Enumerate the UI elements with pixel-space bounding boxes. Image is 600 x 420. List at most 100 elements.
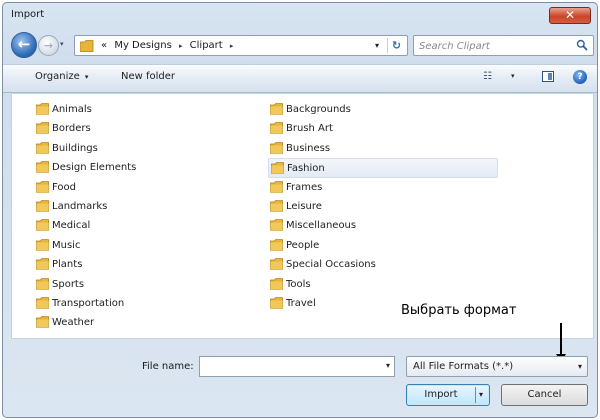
- folder-icon: [36, 200, 49, 212]
- breadcrumb-separator-icon[interactable]: ▸: [230, 42, 234, 50]
- breadcrumb-my-designs[interactable]: My Designs: [114, 40, 171, 51]
- folder-icon: [36, 141, 49, 154]
- folder-item[interactable]: Weather: [34, 313, 264, 332]
- annotation-label: Выбрать формат: [401, 303, 517, 318]
- folder-label: Landmarks: [52, 200, 108, 212]
- folder-icon: [36, 122, 49, 135]
- help-icon[interactable]: ?: [573, 70, 587, 84]
- folder-item[interactable]: Business: [268, 139, 498, 158]
- window-title: Import: [11, 9, 45, 20]
- folder-icon: [271, 162, 284, 174]
- folder-item[interactable]: People: [268, 236, 498, 255]
- recent-pages-button[interactable]: ▾: [60, 40, 64, 48]
- import-label: Import: [424, 389, 458, 400]
- import-options-icon[interactable]: ▾: [479, 390, 483, 399]
- folder-item[interactable]: Tools: [268, 275, 498, 294]
- folder-label: Tools: [286, 278, 311, 290]
- folder-label: Buildings: [52, 142, 98, 154]
- annotation-arrow-icon: [556, 323, 566, 362]
- address-bar[interactable]: « My Designs ▸ Clipart ▸ ▾ ↻: [74, 35, 408, 56]
- folder-item[interactable]: Music: [34, 236, 264, 255]
- title-bar: Import ✕: [3, 3, 597, 29]
- folder-item[interactable]: Brush Art: [268, 119, 498, 138]
- folder-icon: [36, 161, 49, 173]
- back-button[interactable]: ←: [11, 32, 37, 58]
- folder-item[interactable]: Landmarks: [34, 197, 264, 216]
- folder-item[interactable]: Food: [34, 178, 264, 197]
- views-icon[interactable]: ☷: [483, 71, 492, 82]
- folder-label: Weather: [52, 317, 95, 329]
- organize-button[interactable]: Organize ▾: [35, 71, 88, 82]
- folder-icon: [270, 103, 283, 115]
- close-icon: ✕: [564, 8, 576, 22]
- import-dialog: Import ✕ ← → ▾ « My Designs ▸ Clipart ▸ …: [2, 2, 598, 418]
- folder-icon: [270, 238, 283, 251]
- folder-icon: [270, 277, 283, 290]
- folder-label: Special Occasions: [286, 259, 376, 271]
- folder-item[interactable]: Plants: [34, 255, 264, 274]
- forward-arrow-icon: →: [43, 39, 54, 52]
- folder-item[interactable]: Fashion: [268, 158, 498, 178]
- search-icon[interactable]: [576, 39, 588, 51]
- folder-item[interactable]: Buildings: [34, 139, 264, 158]
- folder-item[interactable]: Backgrounds: [268, 100, 498, 119]
- import-split-divider: [475, 387, 476, 403]
- search-input[interactable]: [417, 37, 571, 55]
- folder-icon: [36, 238, 49, 251]
- folder-item[interactable]: Borders: [34, 119, 264, 138]
- new-folder-button[interactable]: New folder: [121, 71, 175, 82]
- close-button[interactable]: ✕: [549, 7, 591, 24]
- folder-label: Animals: [52, 104, 92, 115]
- folder-item[interactable]: Sports: [34, 275, 264, 294]
- folder-icon: [36, 316, 49, 329]
- folder-label: Transportation: [52, 297, 125, 309]
- command-toolbar: Organize ▾ New folder ☷ ▾ ?: [3, 64, 597, 93]
- import-button[interactable]: Import ▾: [406, 384, 490, 406]
- file-type-dropdown-icon: ▾: [577, 362, 582, 371]
- file-name-combobox: ▾: [199, 356, 395, 377]
- folder-icon: [36, 297, 49, 309]
- file-name-input[interactable]: [203, 359, 372, 376]
- folder-label: Borders: [52, 123, 91, 135]
- file-type-value: All File Formats (*.*): [413, 361, 514, 372]
- breadcrumb-overflow-chevron-icon[interactable]: «: [101, 40, 107, 51]
- address-dropdown-icon[interactable]: ▾: [371, 39, 383, 52]
- cancel-button[interactable]: Cancel: [501, 384, 588, 406]
- folder-item[interactable]: Transportation: [34, 294, 264, 313]
- chevron-down-icon: ▾: [84, 73, 89, 81]
- folder-item[interactable]: Design Elements: [34, 158, 264, 177]
- folder-item[interactable]: Leisure: [268, 197, 498, 216]
- search-box: [413, 35, 594, 56]
- refresh-icon[interactable]: ↻: [387, 38, 405, 53]
- folder-label: Miscellaneous: [286, 220, 357, 232]
- folder-icon: [80, 40, 94, 52]
- folder-item[interactable]: Frames: [268, 178, 498, 197]
- folder-icon: [270, 180, 283, 193]
- folder-label: Design Elements: [52, 162, 137, 174]
- folder-column-left: Animals Borders Buildings Design Elements Fo…: [34, 100, 264, 333]
- breadcrumb-separator-icon[interactable]: ▸: [179, 42, 183, 50]
- folder-icon: [270, 122, 283, 135]
- forward-button[interactable]: →: [38, 35, 59, 56]
- navigation-bar: ← → ▾ « My Designs ▸ Clipart ▸ ▾ ↻: [3, 29, 597, 63]
- folder-icon: [36, 103, 49, 115]
- folder-label: People: [286, 239, 320, 251]
- folder-label: Sports: [52, 278, 85, 290]
- folder-item[interactable]: Medical: [34, 216, 264, 235]
- file-name-dropdown-icon[interactable]: ▾: [386, 361, 390, 370]
- folder-item[interactable]: Animals: [34, 100, 264, 119]
- folder-icon: [270, 297, 283, 309]
- preview-pane-icon[interactable]: [542, 71, 554, 82]
- folder-item[interactable]: Miscellaneous: [268, 216, 498, 235]
- folder-label: Plants: [52, 259, 83, 271]
- folder-icon: [270, 200, 283, 212]
- folder-item[interactable]: Special Occasions: [268, 255, 498, 274]
- folder-icon: [36, 219, 49, 232]
- views-dropdown-icon[interactable]: ▾: [511, 72, 515, 80]
- folder-label: Frames: [286, 181, 323, 193]
- file-type-select[interactable]: All File Formats (*.*) ▾: [406, 356, 588, 377]
- folder-label: Leisure: [286, 200, 322, 212]
- folder-label: Food: [52, 181, 76, 193]
- organize-label: Organize: [35, 71, 80, 82]
- breadcrumb-clipart[interactable]: Clipart: [190, 40, 223, 51]
